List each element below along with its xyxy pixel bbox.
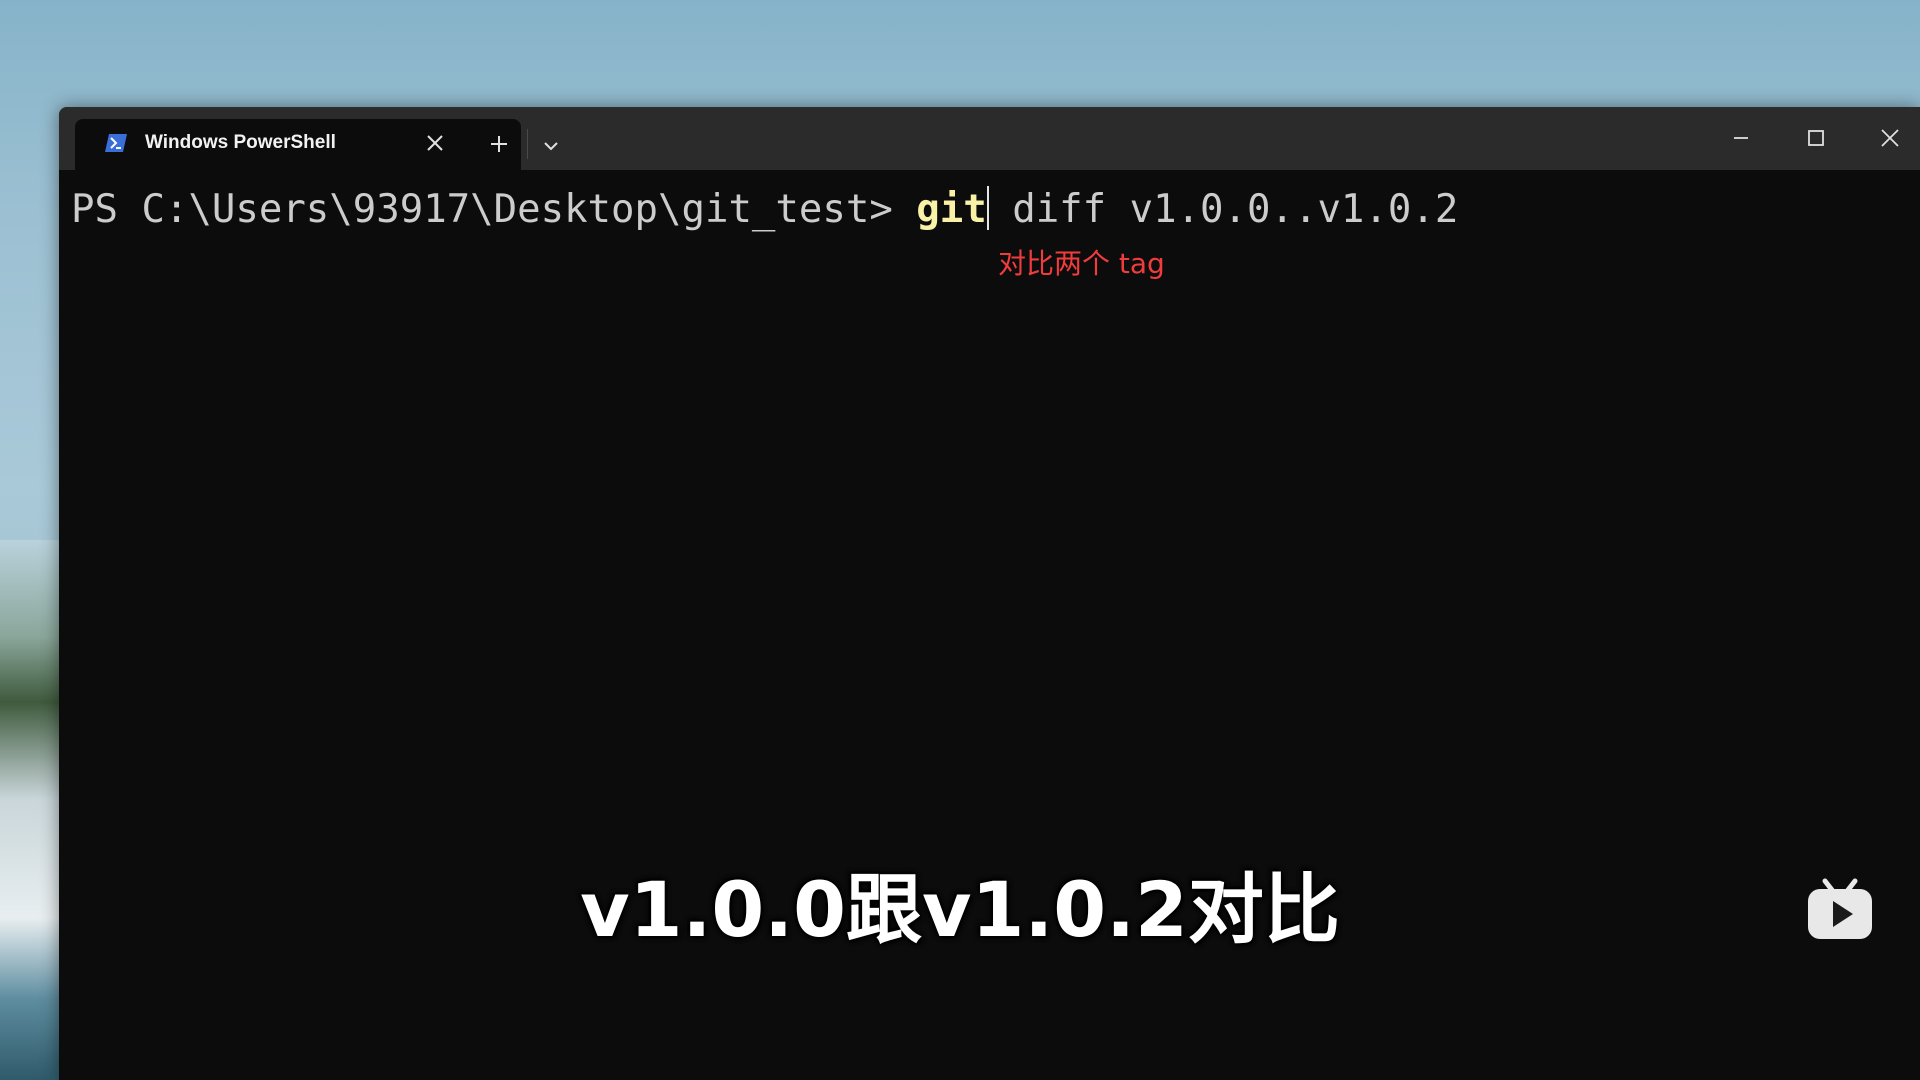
maximize-icon[interactable] [1795, 123, 1835, 153]
annotation-label: 对比两个 tag [998, 247, 1165, 280]
plus-icon[interactable] [484, 129, 514, 159]
video-subtitle: v1.0.0跟v1.0.2对比 [580, 865, 1340, 954]
bilibili-tv-icon [1808, 878, 1872, 939]
command-args: diff v1.0.0..v1.0.2 [988, 187, 1459, 232]
powershell-icon [105, 134, 127, 152]
close-icon[interactable] [1870, 123, 1910, 153]
tab-divider [527, 129, 528, 159]
close-icon[interactable] [423, 131, 447, 155]
prompt: PS C:\Users\93917\Desktop\git_test> [71, 187, 917, 232]
desktop-background: Windows PowerShell PS C:\Users\93917\Des… [0, 0, 1920, 1080]
tab-label: Windows PowerShell [145, 132, 336, 153]
command-git: git [916, 187, 987, 232]
title-bar[interactable]: Windows PowerShell [59, 107, 1920, 170]
tab-windows-powershell[interactable]: Windows PowerShell [75, 119, 521, 170]
command-line: PS C:\Users\93917\Desktop\git_test> git … [71, 180, 1458, 240]
minimize-icon[interactable] [1721, 123, 1761, 153]
chevron-down-icon[interactable] [537, 132, 565, 160]
